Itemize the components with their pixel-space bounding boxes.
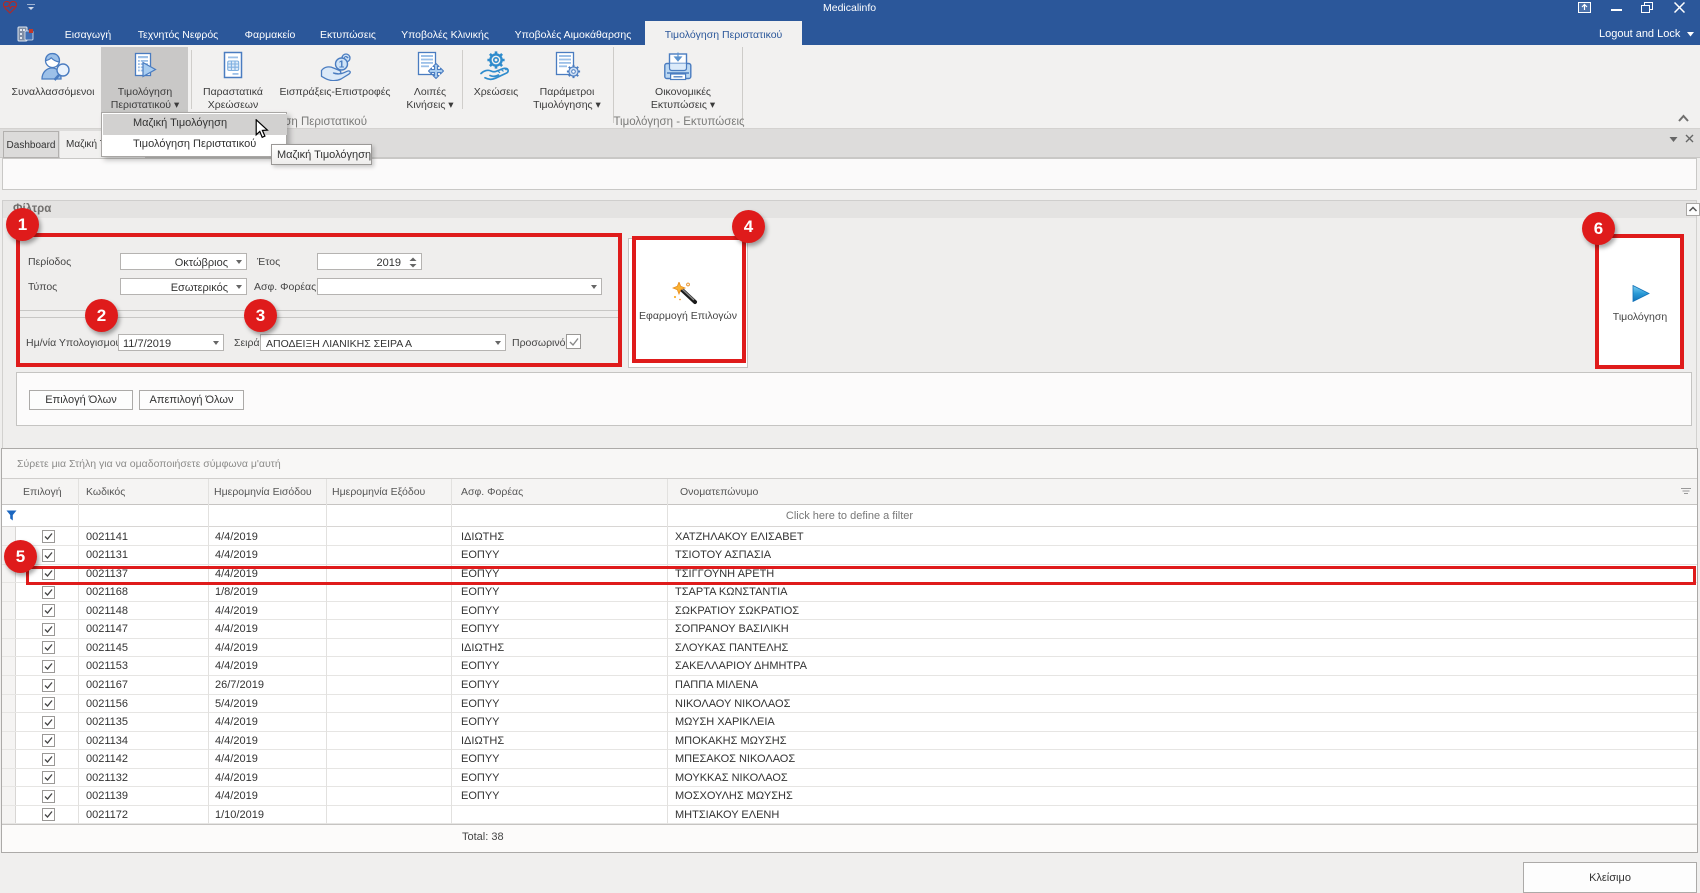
svg-text:1: 1 [339, 60, 345, 71]
